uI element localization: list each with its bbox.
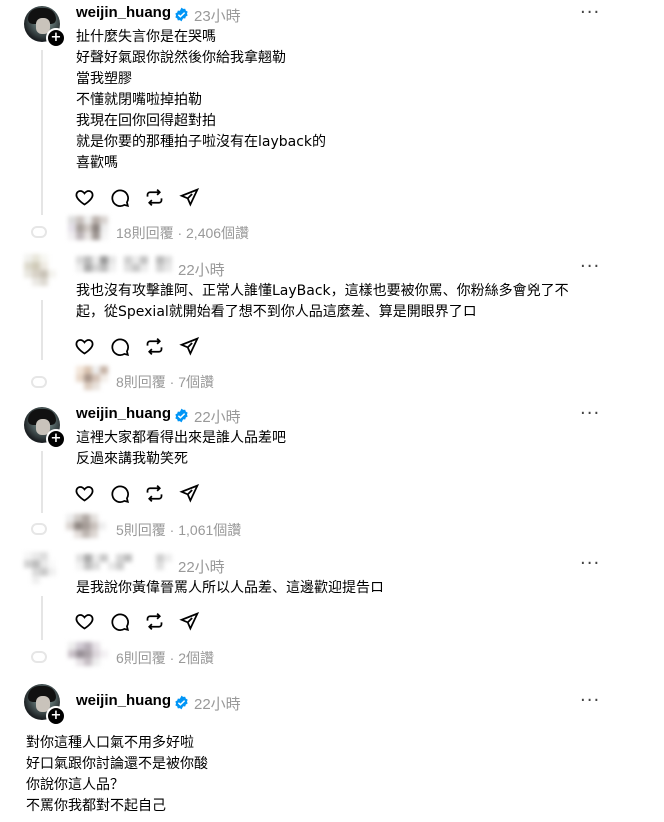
share-icon[interactable] bbox=[179, 187, 200, 208]
post-line: 當我塑膠 bbox=[76, 71, 132, 87]
post-body: 對你這種人口氣不用多好啦 好口氣跟你討論還不是被你酸 你說你這人品？ 不罵你我都… bbox=[26, 733, 208, 817]
post-line: 對你這種人口氣不用多好啦 bbox=[26, 735, 194, 751]
post-username[interactable] bbox=[76, 256, 172, 272]
action-bar bbox=[74, 483, 200, 504]
post-body: 扯什麼失言你是在哭嗎 好聲好氣跟你說然後你給我拿翹勒 當我塑膠 不懂就閉嘴啦掉拍… bbox=[76, 27, 326, 174]
replier-avatars bbox=[76, 366, 108, 390]
post-body: 這裡大家都看得出來是誰人品差吧 反過來講我勒笑死 bbox=[76, 428, 286, 470]
more-icon[interactable]: ··· bbox=[580, 553, 600, 574]
action-bar bbox=[74, 611, 200, 632]
more-icon[interactable]: ··· bbox=[580, 403, 600, 424]
comment-icon[interactable] bbox=[109, 187, 130, 208]
repost-icon[interactable] bbox=[144, 336, 165, 357]
post-username[interactable] bbox=[76, 554, 172, 570]
thread-line bbox=[41, 596, 43, 640]
reply-like-stats[interactable]: 8則回覆 · 7個讚 bbox=[116, 372, 214, 392]
post-line: 不罵你我都對不起自己 bbox=[26, 798, 166, 814]
post-line: 起，從Spexial就開始看了想不到你人品這麼差、算是開眼界了ロ bbox=[76, 304, 477, 320]
post-body: 我也沒有攻擊誰阿、正常人誰懂LayBack，這樣也要被你罵、你粉絲多會兇了不 起… bbox=[76, 281, 569, 323]
post-line: 不懂就閉嘴啦掉拍勒 bbox=[76, 92, 202, 108]
post-time: 22小時 bbox=[194, 409, 241, 426]
heart-icon[interactable] bbox=[74, 483, 95, 504]
share-icon[interactable] bbox=[179, 611, 200, 632]
post-line: 好口氣跟你討論還不是被你酸 bbox=[26, 756, 208, 772]
replier-avatars bbox=[66, 514, 106, 538]
post-line: 這裡大家都看得出來是誰人品差吧 bbox=[76, 430, 286, 446]
more-icon[interactable]: ··· bbox=[580, 2, 600, 23]
post-body: 是我說你黃偉晉罵人所以人品差、這邊歡迎提告ロ bbox=[76, 578, 384, 599]
repost-icon[interactable] bbox=[144, 611, 165, 632]
heart-icon[interactable] bbox=[74, 187, 95, 208]
share-icon[interactable] bbox=[179, 336, 200, 357]
thread-line bbox=[41, 50, 43, 215]
heart-icon[interactable] bbox=[74, 611, 95, 632]
more-icon[interactable]: ··· bbox=[580, 256, 600, 277]
post-username[interactable]: weijin_huang bbox=[76, 405, 171, 422]
thread-line bbox=[41, 300, 43, 360]
verified-badge-icon bbox=[175, 695, 188, 710]
thread-line bbox=[41, 451, 43, 513]
post-line: 是我說你黃偉晉罵人所以人品差、這邊歡迎提告ロ bbox=[76, 580, 384, 596]
comment-icon[interactable] bbox=[109, 611, 130, 632]
repost-icon[interactable] bbox=[144, 483, 165, 504]
post-time: 22小時 bbox=[194, 696, 241, 713]
post-time: 22小時 bbox=[178, 262, 225, 279]
more-icon[interactable]: ··· bbox=[580, 690, 600, 711]
heart-icon[interactable] bbox=[74, 336, 95, 357]
comment-icon[interactable] bbox=[109, 336, 130, 357]
post-time: 22小時 bbox=[178, 559, 225, 576]
post-line: 反過來講我勒笑死 bbox=[76, 451, 188, 467]
thread-loop bbox=[31, 376, 47, 388]
thread-loop bbox=[31, 226, 47, 238]
action-bar bbox=[74, 336, 200, 357]
comment-icon[interactable] bbox=[109, 483, 130, 504]
reply-like-stats[interactable]: 5則回覆 · 1,061個讚 bbox=[116, 520, 241, 540]
reply-like-stats[interactable]: 6則回覆 · 2個讚 bbox=[116, 648, 214, 668]
post-line: 我也沒有攻擊誰阿、正常人誰懂LayBack，這樣也要被你罵、你粉絲多會兇了不 bbox=[76, 283, 569, 299]
thread-loop bbox=[31, 523, 47, 535]
post-line: 我現在回你回得超對拍 bbox=[76, 113, 216, 129]
post-time: 23小時 bbox=[194, 8, 241, 25]
post-username[interactable]: weijin_huang bbox=[76, 692, 171, 709]
author-avatar[interactable] bbox=[24, 552, 60, 584]
post-line: 好聲好氣跟你說然後你給我拿翹勒 bbox=[76, 50, 286, 66]
repost-icon[interactable] bbox=[144, 187, 165, 208]
follow-plus-icon[interactable]: + bbox=[46, 429, 66, 449]
follow-plus-icon[interactable]: + bbox=[46, 28, 66, 48]
share-icon[interactable] bbox=[179, 483, 200, 504]
post-line: 喜歡嗎 bbox=[76, 155, 118, 171]
post-line: 你說你這人品？ bbox=[26, 777, 124, 793]
action-bar bbox=[74, 187, 200, 208]
post-line: 就是你要的那種拍子啦沒有在layback的 bbox=[76, 134, 327, 150]
post-line: 扯什麼失言你是在哭嗎 bbox=[76, 29, 216, 45]
replier-avatars bbox=[68, 216, 108, 240]
post-username[interactable]: weijin_huang bbox=[76, 4, 171, 21]
verified-badge-icon bbox=[175, 7, 188, 22]
replier-avatars bbox=[68, 642, 108, 666]
author-avatar[interactable] bbox=[24, 254, 60, 286]
verified-badge-icon bbox=[175, 408, 188, 423]
follow-plus-icon[interactable]: + bbox=[46, 706, 66, 726]
thread-loop bbox=[31, 651, 47, 663]
reply-like-stats[interactable]: 18則回覆 · 2,406個讚 bbox=[116, 223, 249, 243]
